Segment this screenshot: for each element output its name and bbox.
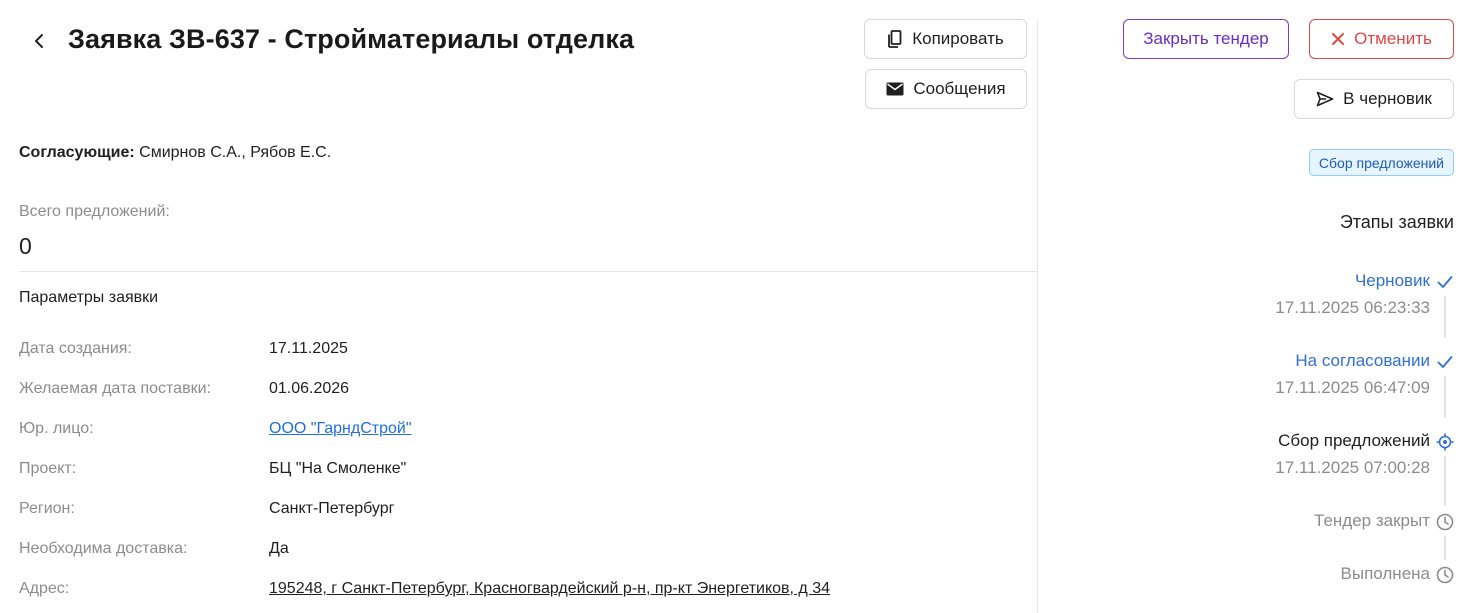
copy-button[interactable]: Копировать — [864, 19, 1027, 59]
request-details-panel: Заявка ЗВ-637 - Стройматериалы отделка К… — [0, 0, 1037, 613]
total-offers-value: 0 — [19, 233, 32, 259]
params-section-title: Параметры заявки — [19, 289, 159, 306]
stage-name: Выполнена — [1340, 564, 1430, 583]
param-value: Да — [269, 540, 289, 557]
param-row-project: Проект: БЦ "На Смоленке" — [19, 460, 1019, 484]
param-row-delivery-date: Желаемая дата поставки: 01.06.2026 — [19, 380, 1019, 404]
stage-date: 17.11.2025 07:00:28 — [1275, 458, 1430, 477]
close-icon — [1332, 33, 1345, 45]
address-link[interactable]: 195248, г Санкт-Петербург, Красногвардей… — [269, 580, 830, 598]
param-label: Регион: — [19, 500, 75, 517]
stage-name: Сбор предложений — [1278, 431, 1430, 450]
check-icon — [1436, 273, 1454, 291]
stages-title: Этапы заявки — [1339, 212, 1454, 232]
approvers-label: Согласующие: — [19, 144, 135, 161]
send-icon — [1316, 91, 1334, 107]
close-tender-label: Закрыть тендер — [1143, 29, 1269, 48]
chevron-left-icon — [35, 34, 43, 48]
stage-item-tender-closed: Тендер закрыт — [1154, 511, 1454, 537]
param-value: БЦ "На Смоленке" — [269, 460, 407, 477]
stage-name: Черновик — [1354, 271, 1430, 290]
stage-name: На согласовании — [1295, 351, 1430, 370]
legal-entity-link[interactable]: ООО "ГарндСтрой" — [269, 420, 412, 438]
param-label: Юр. лицо: — [19, 420, 94, 437]
param-label: Необходима доставка: — [19, 540, 188, 557]
stage-connector — [1444, 536, 1446, 560]
param-value: 01.06.2026 — [269, 380, 350, 397]
back-button[interactable] — [26, 28, 52, 54]
approvers-value: Смирнов С.А., Рябов Е.С. — [139, 144, 332, 161]
copy-icon — [888, 30, 902, 48]
param-row-address: Адрес: 195248, г Санкт-Петербург, Красно… — [19, 580, 1019, 604]
stage-item-approval: На согласовании 17.11.2025 06:47:09 — [1154, 351, 1454, 403]
stage-item-completed: Выполнена — [1154, 564, 1454, 590]
param-row-region: Регион: Санкт-Петербург — [19, 500, 1019, 524]
mail-icon — [886, 82, 904, 96]
stage-item-draft: Черновик 17.11.2025 06:23:33 — [1154, 271, 1454, 323]
stage-name: Тендер закрыт — [1314, 511, 1430, 530]
stage-date: 17.11.2025 06:47:09 — [1275, 378, 1430, 397]
section-divider — [19, 271, 1037, 272]
param-label: Проект: — [19, 460, 77, 477]
to-draft-label: В черновик — [1343, 89, 1432, 108]
total-offers-label: Всего предложений: — [19, 203, 170, 220]
messages-button-label: Сообщения — [913, 79, 1006, 98]
param-label: Дата создания: — [19, 340, 132, 357]
clock-icon — [1436, 513, 1454, 531]
approvers: Согласующие: Смирнов С.А., Рябов Е.С. — [19, 144, 331, 162]
check-icon — [1436, 353, 1454, 371]
cancel-label: Отменить — [1354, 29, 1432, 48]
param-label: Адрес: — [19, 580, 70, 597]
close-tender-button[interactable]: Закрыть тендер — [1123, 19, 1289, 59]
status-badge: Сбор предложений — [1308, 149, 1454, 176]
status-panel: Закрыть тендер Отменить В черновик Сбор … — [1038, 0, 1466, 613]
page-title: Заявка ЗВ-637 - Стройматериалы отделка — [68, 24, 635, 54]
target-icon — [1436, 433, 1454, 451]
param-row-created: Дата создания: 17.11.2025 — [19, 340, 1019, 364]
messages-button[interactable]: Сообщения — [865, 69, 1027, 109]
param-value: 17.11.2025 — [269, 340, 348, 357]
param-label: Желаемая дата поставки: — [19, 380, 211, 397]
stage-item-offers: Сбор предложений 17.11.2025 07:00:28 — [1154, 431, 1454, 483]
param-row-delivery-needed: Необходима доставка: Да — [19, 540, 1019, 564]
to-draft-button[interactable]: В черновик — [1294, 79, 1454, 119]
cancel-button[interactable]: Отменить — [1309, 19, 1454, 59]
copy-button-label: Копировать — [912, 29, 1004, 48]
param-row-legal-entity: Юр. лицо: ООО "ГарндСтрой" — [19, 420, 1019, 444]
stage-date: 17.11.2025 06:23:33 — [1275, 298, 1430, 317]
param-value: Санкт-Петербург — [269, 500, 395, 517]
clock-icon — [1436, 566, 1454, 584]
